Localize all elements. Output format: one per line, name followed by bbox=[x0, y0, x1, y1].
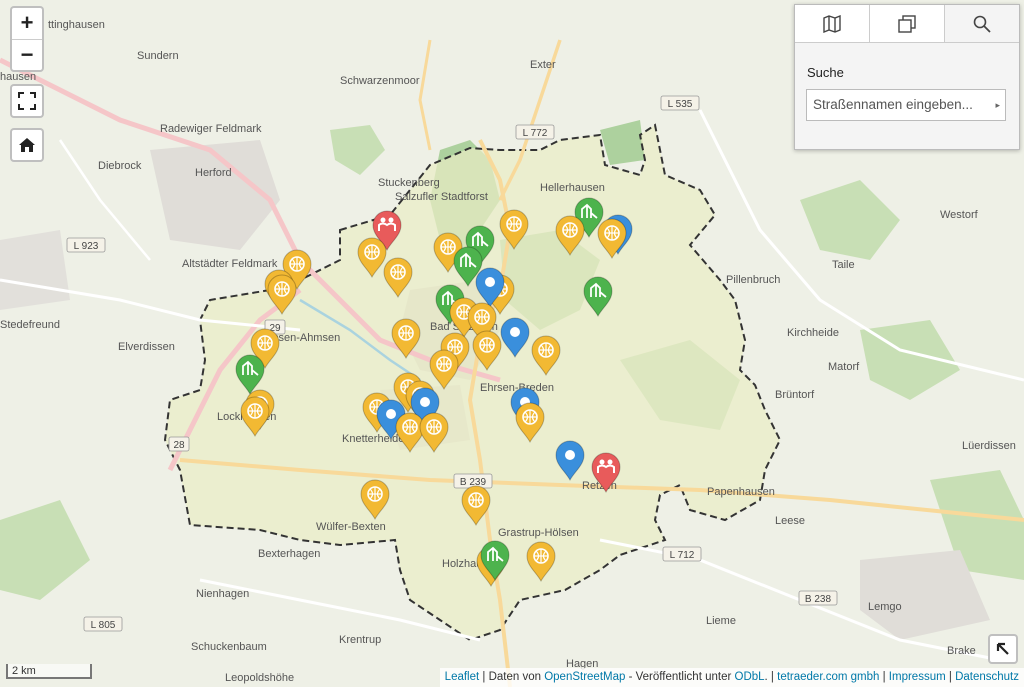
place-label: Knetterheide bbox=[342, 433, 404, 445]
zoom-in-button[interactable]: + bbox=[12, 8, 42, 39]
datenschutz-link[interactable]: Datenschutz bbox=[955, 671, 1019, 683]
place-label: Lemgo bbox=[868, 601, 902, 613]
place-label: Matorf bbox=[828, 361, 860, 373]
search-submit-arrow[interactable]: ▸ bbox=[995, 90, 1000, 120]
zoom-control: + − bbox=[10, 6, 44, 72]
place-label: Kirchheide bbox=[787, 327, 839, 339]
search-label: Suche bbox=[807, 65, 844, 80]
place-label: Leopoldshöhe bbox=[225, 672, 294, 684]
zoom-out-button[interactable]: − bbox=[12, 39, 42, 71]
road-shield: L 712 bbox=[662, 546, 702, 562]
place-label: Schwarzenmoor bbox=[340, 75, 420, 87]
place-label: Wülfer-Bexten bbox=[316, 521, 386, 533]
road-shield: L 805 bbox=[83, 616, 123, 632]
place-label: Brake bbox=[947, 645, 976, 657]
tab-map[interactable] bbox=[795, 5, 870, 42]
search-input[interactable]: Straßennamen eingeben... ▸ bbox=[806, 89, 1006, 121]
layers-icon bbox=[898, 14, 916, 33]
home-button[interactable] bbox=[10, 128, 44, 162]
place-label: Salzufler Stadtforst bbox=[395, 191, 488, 203]
search-placeholder: Straßennamen eingeben... bbox=[813, 97, 973, 112]
home-icon bbox=[19, 138, 35, 152]
tetraeder-link[interactable]: tetraeder.com gmbh bbox=[777, 671, 879, 683]
place-label: Elverdissen bbox=[118, 341, 175, 353]
place-label: Herford bbox=[195, 167, 232, 179]
road-label: L 805 bbox=[91, 620, 116, 631]
people-icon bbox=[380, 217, 386, 223]
place-label: ttinghausen bbox=[48, 19, 105, 31]
attr-text-2: - Veröffentlicht unter bbox=[625, 671, 735, 683]
attr-text-5: | bbox=[945, 671, 956, 683]
attribution: Leaflet | Daten von OpenStreetMap - Verö… bbox=[439, 668, 1024, 687]
road-label: L 772 bbox=[523, 128, 548, 139]
road-label: L 535 bbox=[668, 99, 693, 110]
leaflet-link[interactable]: Leaflet bbox=[445, 671, 480, 683]
attr-text-3: . | bbox=[764, 671, 778, 683]
place-label: Stuckenberg bbox=[378, 177, 440, 189]
road-shield: L 772 bbox=[515, 124, 555, 140]
road-label: L 923 bbox=[74, 241, 99, 252]
tab-search[interactable] bbox=[945, 5, 1019, 42]
collapse-button[interactable] bbox=[988, 634, 1018, 664]
side-panel: Suche Straßennamen eingeben... ▸ bbox=[794, 4, 1020, 150]
place-label: Taile bbox=[832, 259, 855, 271]
tab-layers[interactable] bbox=[870, 5, 945, 42]
place-label: Hellerhausen bbox=[540, 182, 605, 194]
people-icon bbox=[599, 459, 605, 465]
attr-text-1: | Daten von bbox=[479, 671, 545, 683]
odbl-link[interactable]: ODbL bbox=[735, 671, 765, 683]
place-label: Stedefreund bbox=[0, 319, 60, 331]
place-label: Bexterhagen bbox=[258, 548, 320, 560]
place-label: Sundern bbox=[137, 50, 179, 62]
place-label: hausen bbox=[0, 71, 36, 83]
road-shield: L 923 bbox=[66, 237, 106, 253]
osm-link[interactable]: OpenStreetMap bbox=[544, 671, 625, 683]
place-label: Diebrock bbox=[98, 160, 142, 172]
place-label: Radewiger Feldmark bbox=[160, 123, 262, 135]
fullscreen-button[interactable] bbox=[10, 84, 44, 118]
arrow-up-left-icon bbox=[996, 642, 1009, 655]
road-label: L 712 bbox=[670, 550, 695, 561]
place-label: Papenhausen bbox=[707, 486, 775, 498]
place-label: Pillenbruch bbox=[726, 274, 780, 286]
road-shield: 28 bbox=[168, 436, 190, 452]
place-label: Leese bbox=[775, 515, 805, 527]
search-icon bbox=[973, 15, 991, 33]
panel-tabs bbox=[795, 5, 1019, 43]
road-shield: L 535 bbox=[660, 95, 700, 111]
scale-bar: 2 km bbox=[6, 664, 92, 679]
place-label: Westorf bbox=[940, 209, 979, 221]
place-label: Altstädter Feldmark bbox=[182, 258, 278, 270]
road-label: 28 bbox=[173, 440, 185, 451]
impressum-link[interactable]: Impressum bbox=[889, 671, 946, 683]
place-label: Brüntorf bbox=[775, 389, 815, 401]
place-label: Lüerdissen bbox=[962, 440, 1016, 452]
place-label: Grastrup-Hölsen bbox=[498, 527, 579, 539]
place-label: Lieme bbox=[706, 615, 736, 627]
road-shield: B 238 bbox=[798, 590, 838, 606]
place-label: Krentrup bbox=[339, 634, 381, 646]
place-label: Exter bbox=[530, 59, 556, 71]
attr-text-4: | bbox=[879, 671, 889, 683]
place-label: Schuckenbaum bbox=[191, 641, 267, 653]
fullscreen-icon bbox=[18, 92, 36, 110]
place-label: Nienhagen bbox=[196, 588, 249, 600]
map-icon bbox=[823, 14, 841, 33]
road-label: B 238 bbox=[805, 594, 832, 605]
